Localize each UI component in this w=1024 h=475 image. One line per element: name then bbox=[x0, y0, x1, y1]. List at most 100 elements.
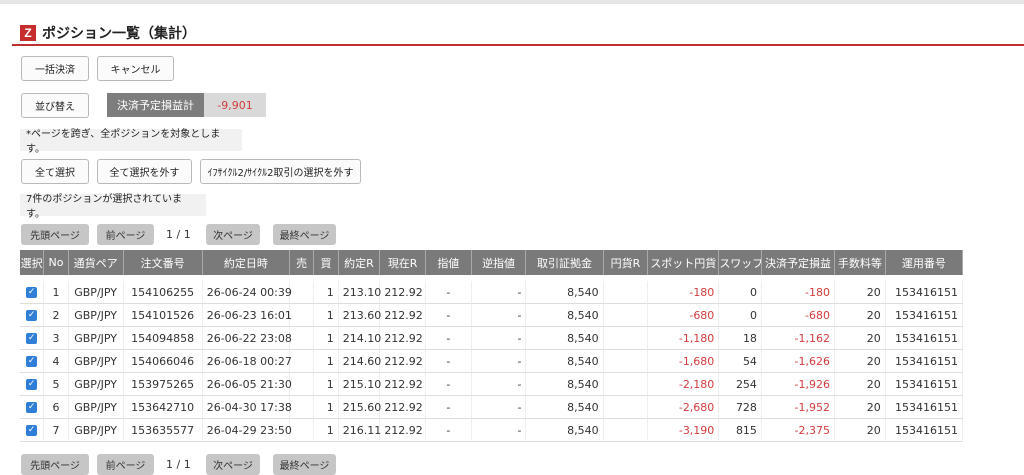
deselect-cycle-button[interactable]: ｲﾌｻｲｸﾙ2/ｻｲｸﾙ2取引の選択を外す bbox=[200, 159, 361, 184]
next-page-button-top[interactable]: 次ページ bbox=[206, 224, 260, 245]
current-rate-cell: 212.92 bbox=[380, 419, 426, 442]
col-header[interactable]: No bbox=[44, 250, 69, 275]
exec-time-cell: 26-06-22 23:08 bbox=[202, 327, 292, 350]
exec-rate-cell: 215.60 bbox=[338, 396, 381, 419]
settle-pl-cell: -1,952 bbox=[761, 396, 836, 419]
col-header[interactable]: 約定R bbox=[338, 250, 381, 275]
last-page-button-top[interactable]: 最終ページ bbox=[273, 224, 336, 245]
swap-cell: 254 bbox=[719, 373, 762, 396]
order-number-cell: 154106255 bbox=[123, 281, 203, 304]
exec-time-cell: 26-06-18 00:27 bbox=[202, 350, 292, 373]
buy-qty-cell: 1 bbox=[314, 419, 339, 442]
cancel-button[interactable]: キャンセル bbox=[97, 56, 174, 81]
limit-price-cell: - bbox=[425, 350, 472, 373]
spot-yen-cell: -3,190 bbox=[648, 419, 720, 442]
col-header[interactable]: 取引証拠金 bbox=[526, 250, 604, 275]
swap-cell: 728 bbox=[719, 396, 762, 419]
buy-qty-cell: 1 bbox=[314, 281, 339, 304]
fee-cell: 20 bbox=[835, 419, 886, 442]
stop-price-cell: - bbox=[471, 327, 527, 350]
swap-cell: 54 bbox=[719, 350, 762, 373]
fee-cell: 20 bbox=[835, 304, 886, 327]
order-number-cell: 153635577 bbox=[123, 419, 203, 442]
order-number-cell: 153975265 bbox=[123, 373, 203, 396]
exec-rate-cell: 214.10 bbox=[338, 327, 381, 350]
operation-number-cell: 153416151 bbox=[885, 350, 963, 373]
fee-cell: 20 bbox=[835, 373, 886, 396]
last-page-button-bottom[interactable]: 最終ページ bbox=[273, 454, 336, 475]
spot-yen-cell: -1,680 bbox=[648, 350, 720, 373]
prev-page-button-top[interactable]: 前ページ bbox=[97, 224, 154, 245]
fee-cell: 20 bbox=[835, 350, 886, 373]
yen-rate-cell bbox=[603, 281, 649, 304]
cross-page-note: *ページを跨ぎ、全ポジションを対象とします。 bbox=[20, 129, 242, 155]
limit-price-cell: - bbox=[425, 396, 472, 419]
row-checkbox-icon[interactable]: ✓ bbox=[26, 356, 38, 367]
col-header[interactable]: 円貨R bbox=[603, 250, 649, 275]
operation-number-cell: 153416151 bbox=[885, 281, 963, 304]
stop-price-cell: - bbox=[471, 281, 527, 304]
limit-price-cell: - bbox=[425, 419, 472, 442]
stop-price-cell: - bbox=[471, 419, 527, 442]
fee-cell: 20 bbox=[835, 281, 886, 304]
exec-rate-cell: 213.60 bbox=[338, 304, 381, 327]
row-checkbox-icon[interactable]: ✓ bbox=[26, 425, 38, 436]
select-all-button[interactable]: 全て選択 bbox=[21, 159, 89, 184]
trade-margin-cell: 8,540 bbox=[526, 373, 604, 396]
operation-number-cell: 153416151 bbox=[885, 327, 963, 350]
sell-qty-cell bbox=[289, 373, 315, 396]
selected-count-note: 7件のポジションが選択されています。 bbox=[20, 194, 206, 220]
row-checkbox-icon[interactable]: ✓ bbox=[26, 310, 38, 321]
order-number-cell: 154101526 bbox=[123, 304, 203, 327]
row-checkbox-icon[interactable]: ✓ bbox=[26, 379, 38, 390]
fee-cell: 20 bbox=[835, 396, 886, 419]
table-row: ✓ 5 GBP/JPY 153975265 26-06-05 21:30 1 215.10 2… bbox=[20, 373, 963, 396]
col-header[interactable]: スポット円貨 bbox=[648, 250, 720, 275]
col-header[interactable]: 逆指値 bbox=[471, 250, 527, 275]
deselect-all-button[interactable]: 全て選択を外す bbox=[97, 159, 192, 184]
col-header[interactable]: 注文番号 bbox=[123, 250, 203, 275]
sell-qty-cell bbox=[289, 304, 315, 327]
col-header[interactable]: 選択 bbox=[20, 250, 45, 275]
limit-price-cell: - bbox=[425, 327, 472, 350]
page-info-bottom: 1 / 1 bbox=[166, 458, 191, 471]
table-row: ✓ 4 GBP/JPY 154066046 26-06-18 00:27 1 214.60 2… bbox=[20, 350, 963, 373]
stop-price-cell: - bbox=[471, 373, 527, 396]
col-header[interactable]: 運用番号 bbox=[885, 250, 963, 275]
current-rate-cell: 212.92 bbox=[380, 281, 426, 304]
page-info-top: 1 / 1 bbox=[166, 228, 191, 241]
spot-yen-cell: -2,180 bbox=[648, 373, 720, 396]
prev-page-button-bottom[interactable]: 前ページ bbox=[97, 454, 154, 475]
first-page-button-bottom[interactable]: 先頭ページ bbox=[21, 454, 89, 475]
exec-time-cell: 26-06-05 21:30 bbox=[202, 373, 292, 396]
col-header[interactable]: 現在R bbox=[380, 250, 426, 275]
first-page-button-top[interactable]: 先頭ページ bbox=[21, 224, 89, 245]
yen-rate-cell bbox=[603, 373, 649, 396]
trade-margin-cell: 8,540 bbox=[526, 419, 604, 442]
spot-yen-cell: -2,680 bbox=[648, 396, 720, 419]
col-header[interactable]: 指値 bbox=[425, 250, 472, 275]
bulk-settle-button[interactable]: 一括決済 bbox=[21, 56, 89, 81]
row-checkbox-icon[interactable]: ✓ bbox=[26, 287, 38, 298]
select-cell: ✓ bbox=[20, 373, 45, 396]
col-header[interactable]: 約定日時 bbox=[202, 250, 290, 275]
row-checkbox-icon[interactable]: ✓ bbox=[26, 333, 38, 344]
brand-logo-icon: Z bbox=[20, 25, 36, 41]
sort-button[interactable]: 並び替え bbox=[21, 93, 89, 118]
currency-pair-cell: GBP/JPY bbox=[68, 327, 124, 350]
select-cell: ✓ bbox=[20, 419, 45, 442]
col-header[interactable]: 買 bbox=[314, 250, 339, 275]
trade-margin-cell: 8,540 bbox=[526, 350, 604, 373]
row-checkbox-icon[interactable]: ✓ bbox=[26, 402, 38, 413]
col-header[interactable]: スワップ bbox=[719, 250, 762, 275]
col-header[interactable]: 手数料等 bbox=[835, 250, 886, 275]
col-header[interactable]: 売 bbox=[289, 250, 315, 275]
pl-summary-value: -9,901 bbox=[204, 93, 266, 117]
select-cell: ✓ bbox=[20, 350, 45, 373]
operation-number-cell: 153416151 bbox=[885, 373, 963, 396]
col-header[interactable]: 通貨ペア bbox=[68, 250, 124, 275]
sell-qty-cell bbox=[289, 350, 315, 373]
swap-cell: 0 bbox=[719, 304, 762, 327]
col-header[interactable]: 決済予定損益 bbox=[761, 250, 836, 275]
next-page-button-bottom[interactable]: 次ページ bbox=[206, 454, 260, 475]
